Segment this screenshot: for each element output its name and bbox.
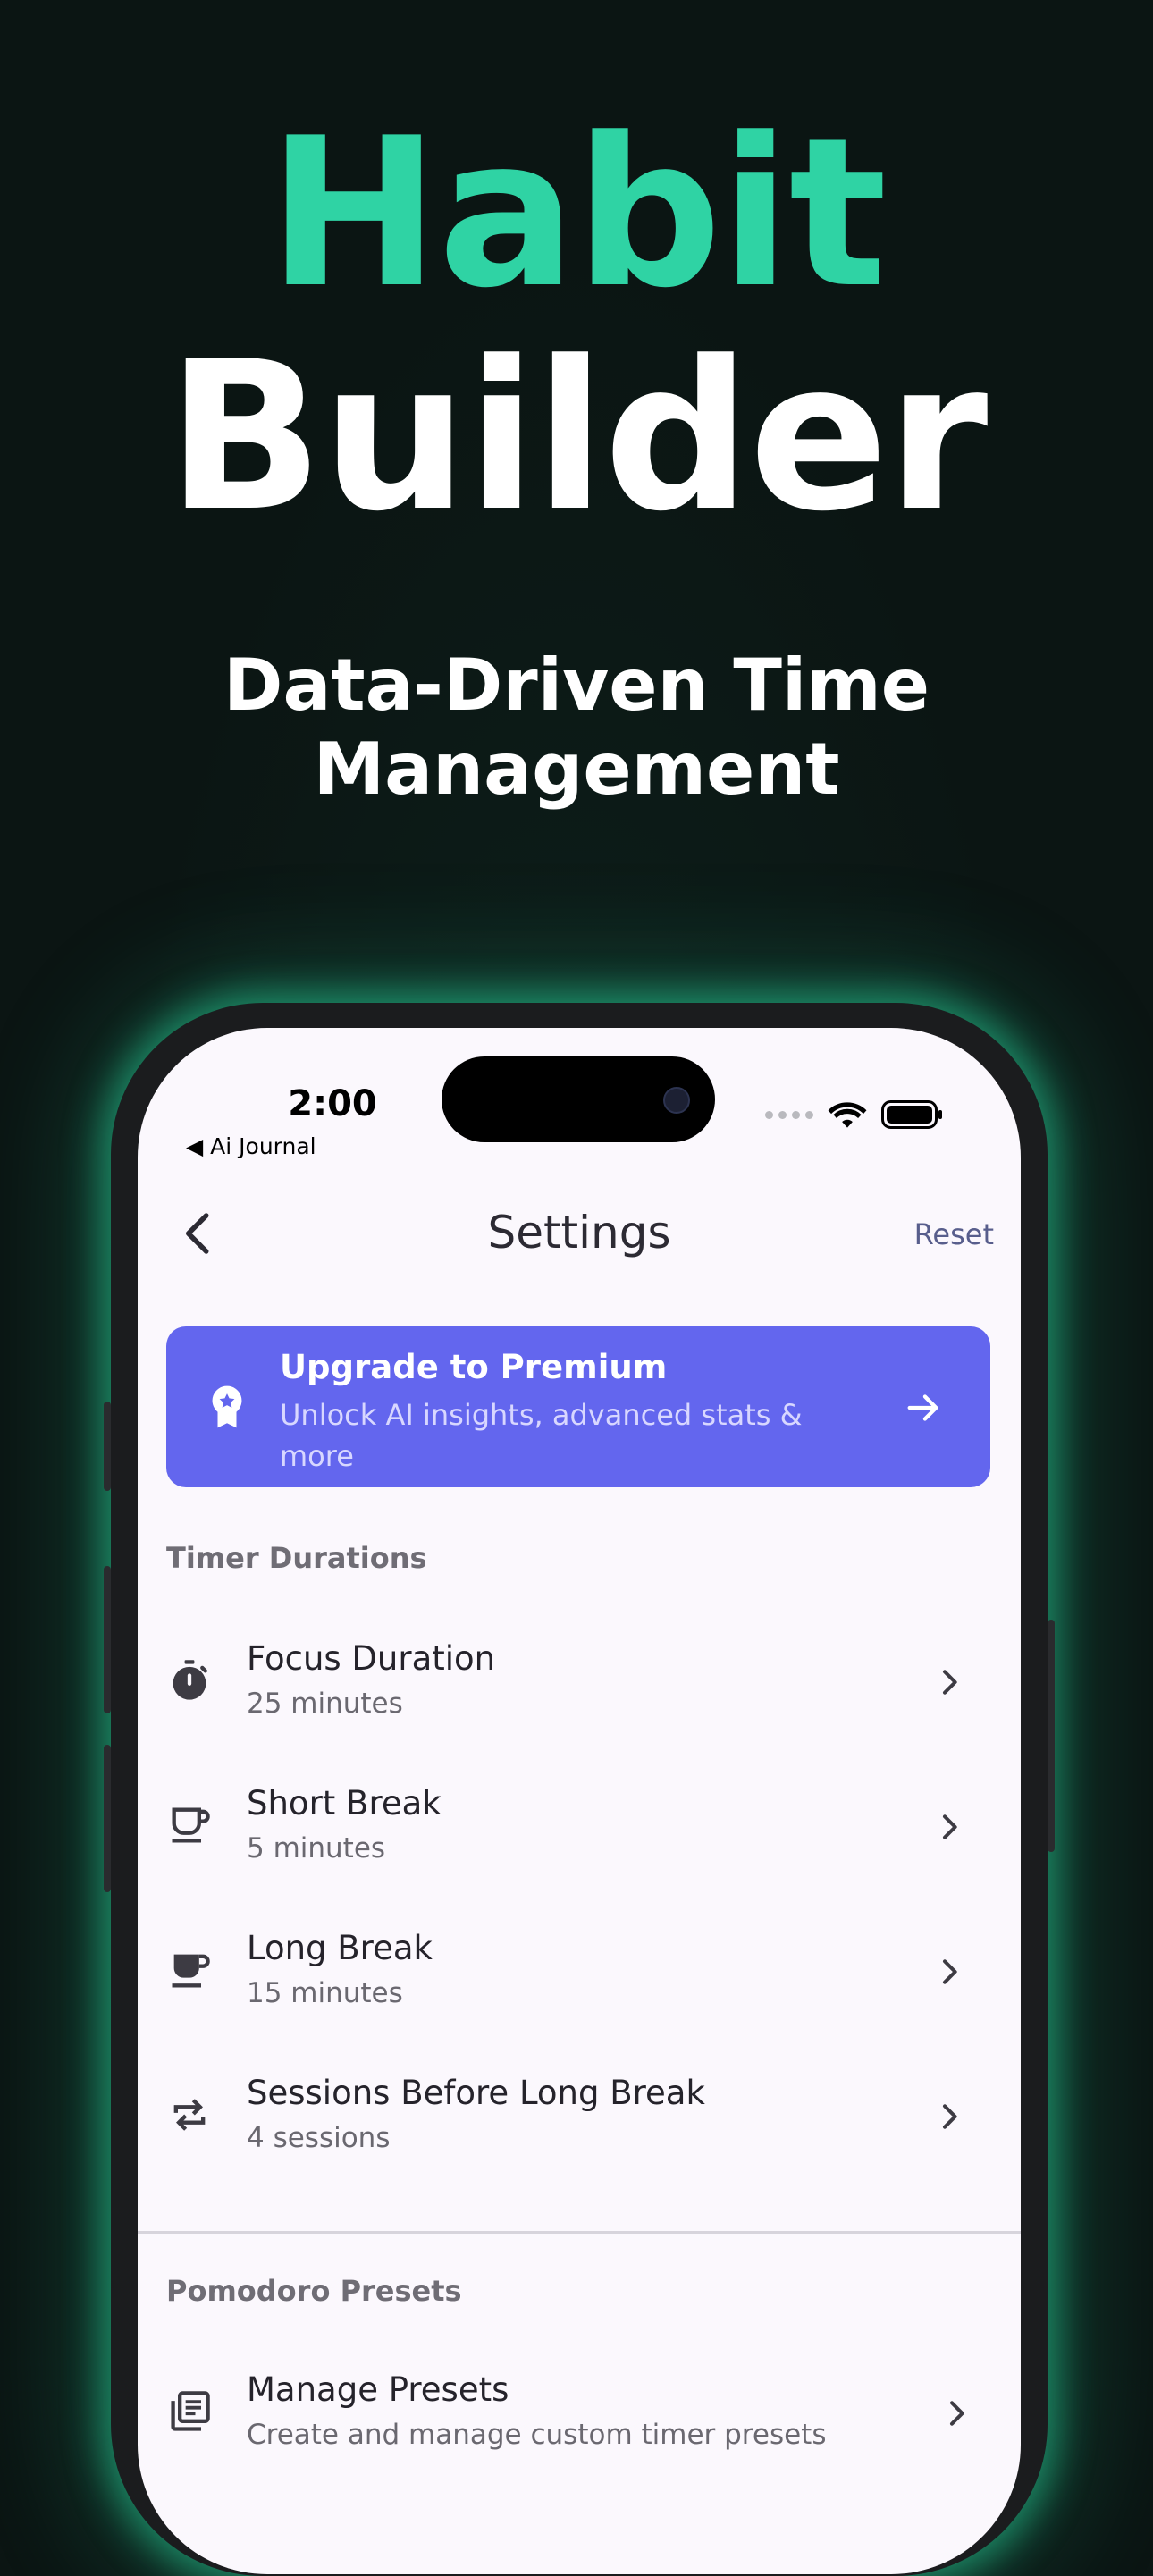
mug-icon — [172, 1954, 210, 1988]
premium-title: Upgrade to Premium — [280, 1348, 668, 1386]
hero-subtitle: Data-Driven Time Management — [0, 644, 1153, 812]
chevron-right-icon — [943, 1814, 957, 1839]
library-icon — [171, 2391, 210, 2431]
row-value: 25 minutes — [247, 1688, 403, 1720]
row-title: Long Break — [247, 1929, 433, 1967]
row-value: Create and manage custom timer presets — [247, 2419, 827, 2451]
status-back-app[interactable]: ◀ Ai Journal — [186, 1133, 316, 1159]
reset-button[interactable]: Reset — [914, 1217, 994, 1251]
setting-row-manage-presets[interactable]: Manage Presets Create and manage custom … — [138, 2347, 1021, 2492]
upgrade-premium-card[interactable]: Upgrade to Premium Unlock AI insights, a… — [166, 1326, 990, 1487]
hero-title-line2: Builder — [166, 318, 989, 557]
stopwatch-icon — [173, 1660, 207, 1700]
setting-row-short-break[interactable]: Short Break 5 minutes — [138, 1761, 1021, 1906]
chevron-right-icon — [950, 2401, 964, 2426]
setting-row-long-break[interactable]: Long Break 15 minutes — [138, 1906, 1021, 2050]
row-value: 4 sessions — [247, 2122, 391, 2154]
hero-title-line1: Habit — [267, 95, 887, 333]
wifi-icon — [828, 1102, 867, 1128]
hero-subtitle-line2: Management — [313, 728, 840, 811]
cellular-icon — [765, 1110, 813, 1119]
row-value: 5 minutes — [247, 1832, 386, 1865]
repeat-icon — [173, 2099, 206, 2131]
row-title: Sessions Before Long Break — [247, 2074, 705, 2112]
page-title: Settings — [487, 1207, 671, 1259]
row-title: Focus Duration — [247, 1639, 496, 1678]
setting-row-sessions-before-long-break[interactable]: Sessions Before Long Break 4 sessions — [138, 2050, 1021, 2195]
divider — [138, 2231, 1021, 2234]
phone-frame: 2:00 ◀ Ai Journal Settings Reset Upgrade… — [104, 1003, 1055, 2576]
row-title: Short Break — [247, 1784, 442, 1823]
cup-icon — [172, 1807, 210, 1843]
premium-subtitle: Unlock AI insights, advanced stats & mor… — [280, 1398, 803, 1473]
camera-icon — [663, 1087, 690, 1114]
chevron-right-icon — [943, 2104, 957, 2129]
award-icon — [212, 1385, 242, 1428]
hero-subtitle-line1: Data-Driven Time — [223, 644, 930, 727]
section-label-timer-durations: Timer Durations — [166, 1541, 427, 1575]
setting-row-focus-duration[interactable]: Focus Duration 25 minutes — [138, 1616, 1021, 1761]
dynamic-island — [442, 1056, 715, 1142]
status-time: 2:00 — [288, 1083, 377, 1124]
arrow-right-icon — [907, 1394, 938, 1421]
section-label-pomodoro-presets: Pomodoro Presets — [166, 2274, 462, 2308]
phone-side-button — [104, 1402, 111, 1491]
row-value: 15 minutes — [247, 1977, 403, 2009]
phone-screen: 2:00 ◀ Ai Journal Settings Reset Upgrade… — [138, 1028, 1021, 2574]
phone-side-button — [104, 1566, 111, 1713]
chevron-right-icon — [943, 1670, 957, 1695]
battery-icon — [881, 1100, 942, 1129]
phone-side-button — [1048, 1620, 1055, 1852]
status-icons — [765, 1099, 944, 1130]
phone-side-button — [104, 1745, 111, 1892]
row-title: Manage Presets — [247, 2370, 509, 2409]
chevron-right-icon — [943, 1959, 957, 1984]
